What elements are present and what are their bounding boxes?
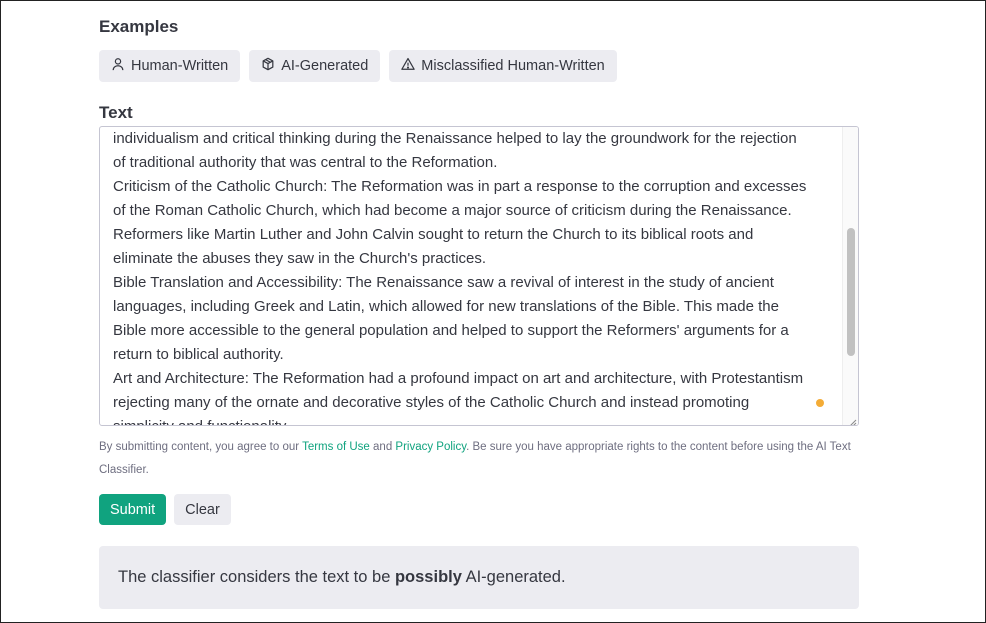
example-chip-label: Misclassified Human-Written (421, 58, 605, 74)
text-line: individualism and critical thinking duri… (113, 130, 797, 147)
text-heading: Text (99, 103, 133, 122)
disclaimer-prefix: By submitting content, you agree to our (99, 441, 303, 453)
clear-button[interactable]: Clear (174, 494, 231, 525)
text-line: eliminate the abuses they saw in the Chu… (113, 250, 487, 267)
result-prefix: The classifier considers the text to be (118, 568, 395, 586)
resize-handle-icon[interactable] (847, 414, 857, 425)
examples-heading: Examples (99, 17, 179, 36)
status-dot-icon (816, 399, 824, 407)
example-human-written-button[interactable]: Human-Written (99, 50, 241, 82)
example-ai-generated-button[interactable]: AI-Generated (249, 50, 381, 82)
classification-result: The classifier considers the text to be … (99, 546, 859, 609)
text-scrollbar[interactable] (842, 127, 858, 425)
terms-of-use-link[interactable]: Terms of Use (302, 441, 370, 453)
example-chip-label: Human-Written (131, 58, 229, 74)
result-suffix: AI-generated. (461, 568, 566, 586)
text-line: of the Roman Catholic Church, which had … (113, 202, 792, 219)
person-icon (111, 57, 125, 75)
cube-icon (261, 57, 275, 75)
text-line: of traditional authority that was centra… (113, 154, 498, 171)
result-emphasis: possibly (394, 568, 462, 586)
example-misclassified-button[interactable]: Misclassified Human-Written (389, 50, 617, 82)
text-line: languages, including Greek and Latin, wh… (113, 298, 779, 315)
examples-row: Human-Written AI-Generated Misclassified… (99, 50, 617, 82)
disclaimer-text: By submitting content, you agree to our … (99, 436, 859, 482)
result-text: The classifier considers the text to be … (118, 568, 566, 587)
text-line: rejecting many of the ornate and decorat… (113, 394, 750, 411)
text-line: Bible more accessible to the general pop… (113, 322, 789, 339)
privacy-policy-link[interactable]: Privacy Policy (395, 441, 466, 453)
text-line: simplicity and functionality. (113, 415, 835, 425)
submit-button[interactable]: Submit (99, 494, 167, 525)
text-content: individualism and critical thinking duri… (113, 127, 835, 425)
warning-icon (401, 57, 416, 75)
text-line: return to biblical authority. (113, 346, 284, 363)
text-line: Art and Architecture: The Reformation ha… (113, 370, 804, 387)
disclaimer-middle: and (369, 441, 396, 453)
scrollbar-thumb[interactable] (847, 228, 855, 356)
action-buttons: Submit Clear (99, 494, 231, 525)
example-chip-label: AI-Generated (281, 58, 369, 74)
text-line: Criticism of the Catholic Church: The Re… (113, 178, 807, 195)
text-input[interactable]: individualism and critical thinking duri… (99, 126, 859, 426)
text-line: Reformers like Martin Luther and John Ca… (113, 226, 754, 243)
text-line: Bible Translation and Accessibility: The… (113, 274, 774, 291)
